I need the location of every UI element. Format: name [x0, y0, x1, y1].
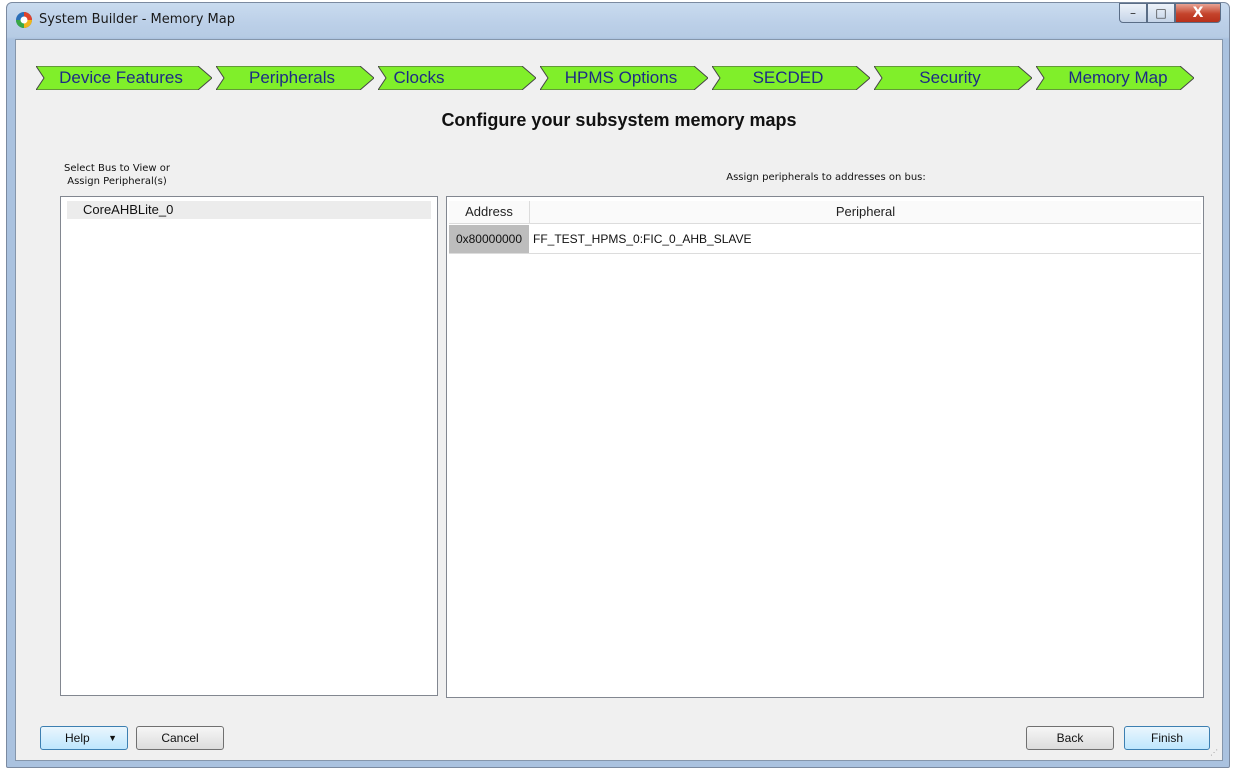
wizard-steps: Device Features Peripherals Clocks HPMS …: [36, 66, 1206, 90]
step-hpms-options[interactable]: HPMS Options: [540, 66, 708, 90]
window-controls: – □ X: [1119, 3, 1221, 25]
step-label: Device Features: [59, 68, 183, 87]
caption-line: Assign Peripheral(s): [67, 176, 167, 187]
step-label: Memory Map: [1068, 68, 1168, 87]
minimize-button[interactable]: –: [1119, 3, 1147, 23]
back-button[interactable]: Back: [1026, 726, 1114, 750]
peripheral-cell[interactable]: FF_TEST_HPMS_0:FIC_0_AHB_SLAVE: [533, 225, 1201, 253]
cancel-button[interactable]: Cancel: [136, 726, 224, 750]
table-row[interactable]: 0x80000000 FF_TEST_HPMS_0:FIC_0_AHB_SLAV…: [449, 225, 1201, 254]
app-logo-icon: [16, 12, 32, 28]
bus-list[interactable]: CoreAHBLite_0: [60, 196, 438, 696]
column-header-peripheral[interactable]: Peripheral: [530, 201, 1201, 223]
close-icon: X: [1192, 5, 1204, 21]
step-label: Clocks: [393, 68, 445, 87]
maximize-icon: □: [1155, 6, 1167, 20]
step-label: SECDED: [752, 68, 824, 87]
close-button[interactable]: X: [1175, 3, 1221, 23]
help-button[interactable]: Help ▼: [40, 726, 128, 750]
caption-line: Select Bus to View or: [64, 163, 170, 174]
step-device-features[interactable]: Device Features: [36, 66, 212, 90]
dialog-body: Device Features Peripherals Clocks HPMS …: [15, 39, 1223, 761]
step-clocks[interactable]: Clocks: [378, 66, 536, 90]
bus-list-caption: Select Bus to View or Assign Peripheral(…: [52, 162, 182, 188]
step-secded[interactable]: SECDED: [712, 66, 870, 90]
caret-down-icon[interactable]: ▼: [108, 733, 117, 743]
window-title: System Builder - Memory Map: [39, 12, 235, 27]
address-cell[interactable]: 0x80000000: [449, 225, 529, 253]
memory-map-caption: Assign peripherals to addresses on bus:: [726, 172, 926, 183]
table-header: Address Peripheral: [449, 201, 1201, 224]
page-heading: Configure your subsystem memory maps: [441, 110, 797, 130]
minimize-icon: –: [1130, 6, 1136, 20]
step-label: HPMS Options: [564, 68, 678, 87]
maximize-button[interactable]: □: [1147, 3, 1175, 23]
step-memory-map[interactable]: Memory Map: [1036, 66, 1194, 90]
finish-button[interactable]: Finish: [1124, 726, 1210, 750]
column-header-address[interactable]: Address: [449, 201, 530, 223]
bus-item-coreahblite[interactable]: CoreAHBLite_0: [67, 201, 431, 219]
step-security[interactable]: Security: [874, 66, 1032, 90]
help-label: Help: [65, 731, 90, 745]
title-bar[interactable]: System Builder - Memory Map – □ X: [7, 3, 1229, 39]
system-builder-window: System Builder - Memory Map – □ X Device…: [6, 2, 1230, 768]
memory-map-table[interactable]: Address Peripheral 0x80000000 FF_TEST_HP…: [446, 196, 1204, 698]
step-label: Security: [919, 68, 981, 87]
resize-grip-icon[interactable]: ⋰: [1210, 748, 1220, 758]
